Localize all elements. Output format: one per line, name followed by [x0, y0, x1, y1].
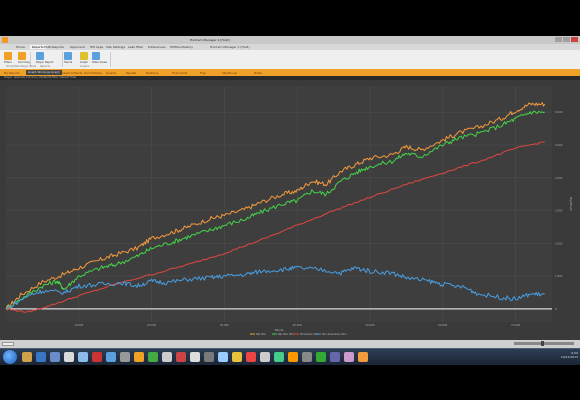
taskbar-app-icon[interactable] — [120, 352, 130, 362]
minimize-button[interactable] — [555, 37, 562, 42]
taskbar-app-icon[interactable] — [316, 352, 326, 362]
doc-tab-5[interactable]: Results — [126, 71, 136, 75]
screen: Hold'em Manager 2 [Hold] Home Reports Mult… — [0, 0, 580, 400]
ribbon-tab-8[interactable]: HMHandhistory — [170, 45, 193, 49]
x-tick-label: 70,000 — [511, 323, 520, 327]
taskbar-app-icon[interactable] — [204, 352, 214, 362]
doc-tab-4[interactable]: Graphs — [106, 71, 116, 75]
x-axis-label: Hands — [275, 328, 284, 332]
ribbon-tab-6[interactable]: Leak Filter — [128, 45, 143, 49]
taskbar-app-icon[interactable] — [302, 352, 312, 362]
ribbon-tab-3[interactable]: Opponent — [70, 45, 85, 49]
taskbar-app-icon[interactable] — [36, 352, 46, 362]
start-button[interactable] — [3, 350, 17, 364]
taskbar-app-icon[interactable] — [246, 352, 256, 362]
ribbon-button-label-4[interactable]: Graph — [80, 61, 88, 64]
ribbon-button-label-3[interactable]: Hands — [64, 61, 72, 64]
ribbon-button-label-1[interactable]: Summary — [18, 61, 31, 64]
y-tick-label: 1,000 — [555, 274, 563, 278]
taskbar-app-icon[interactable] — [162, 352, 172, 362]
doc-tab-10[interactable]: Notes — [254, 71, 262, 75]
x-tick-label: 10,000 — [74, 323, 83, 327]
doc-tab-1[interactable]: Graph Winnings Graph — [26, 70, 62, 75]
ribbon-group-label-1: Reports — [40, 65, 50, 68]
ribbon-tab-0[interactable]: Home — [16, 45, 25, 49]
taskbar-app-icon[interactable] — [22, 352, 32, 362]
ribbon-toolbar: Filters Summary Player Report Hands Graph Tab… — [0, 50, 580, 70]
x-tick-label: 60,000 — [438, 323, 447, 327]
taskbar-app-icon[interactable] — [106, 352, 116, 362]
taskbar-app-icon[interactable] — [92, 352, 102, 362]
taskbar-app-icon[interactable] — [176, 352, 186, 362]
ribbon-button-icon-4[interactable] — [80, 52, 88, 60]
ribbon-button-icon-2[interactable] — [36, 52, 44, 60]
ribbon-button-label-2[interactable]: Player Report — [36, 61, 54, 64]
app-logo-icon — [2, 37, 8, 43]
y-tick-label: 5,000 — [555, 143, 563, 147]
clock-date[interactable]: 10/22/2013 — [561, 355, 578, 359]
x-tick-label: 30,000 — [220, 323, 229, 327]
legend-entry: Net Won (EV) — [278, 333, 294, 336]
ribbon-button-label-0[interactable]: Filters — [4, 61, 12, 64]
ribbon-separator — [62, 52, 63, 67]
doc-tab-9[interactable]: Situational — [222, 71, 237, 75]
taskbar-app-icon[interactable] — [274, 352, 284, 362]
taskbar-app-icon[interactable] — [288, 352, 298, 362]
y-axis-label: Big Blinds — [569, 197, 573, 211]
y-tick-label: 2,000 — [555, 241, 563, 245]
ribbon-tab-9[interactable]: Hold'em Manager 2 (Hold) — [210, 45, 250, 49]
doc-tab-6[interactable]: Positions — [146, 71, 158, 75]
filter-status-text: Player: [Default] Currency: [Default] Fi… — [4, 76, 77, 79]
winnings-graph: 10,000 20,000 30,000 40,000 50,000 60,000 70,0… — [5, 86, 573, 336]
ribbon-group-label-2: Graphs — [80, 65, 90, 68]
ribbon-tab-5[interactable]: Site Settings — [106, 45, 125, 49]
document-tab-bar: My Reports Graph Winnings Graph Session/Ha… — [0, 69, 580, 76]
doc-tab-3[interactable]: Hand History — [84, 71, 102, 75]
taskbar-app-icon[interactable] — [190, 352, 200, 362]
zoom-slider-track[interactable] — [514, 342, 574, 345]
y-tick-label: 4,000 — [555, 176, 563, 180]
ribbon-tab-2[interactable]: Multi-Reports — [44, 45, 64, 49]
taskbar-app-icon[interactable] — [134, 352, 144, 362]
x-tick-label: 20,000 — [147, 323, 156, 327]
doc-tab-0[interactable]: My Reports — [4, 71, 20, 75]
taskbar-app-icon[interactable] — [260, 352, 270, 362]
legend-entry: Net Won — [256, 333, 267, 336]
doc-tab-7[interactable]: Hole Cards — [172, 71, 187, 75]
taskbar-app-icon[interactable] — [330, 352, 340, 362]
maximize-button[interactable] — [563, 37, 570, 42]
taskbar-app-icon[interactable] — [232, 352, 242, 362]
x-tick-label: 50,000 — [365, 323, 374, 327]
taskbar-app-icon[interactable] — [358, 352, 368, 362]
doc-tab-2[interactable]: Session/Hands — [62, 71, 82, 75]
graph-options-button[interactable] — [2, 342, 14, 346]
ribbon-tab-7[interactable]: Preferences — [148, 45, 166, 49]
y-tick-label: 6,000 — [555, 110, 563, 114]
ribbon-separator — [110, 52, 111, 67]
taskbar-app-icon[interactable] — [218, 352, 228, 362]
doc-tab-8[interactable]: Flop — [200, 71, 206, 75]
window-title-bar: Hold'em Manager 2 [Hold] — [0, 36, 580, 44]
taskbar-app-icon[interactable] — [148, 352, 158, 362]
taskbar-app-icon[interactable] — [344, 352, 354, 362]
zoom-slider-handle[interactable] — [541, 341, 544, 346]
x-tick-label: 40,000 — [293, 323, 302, 327]
ribbon-button-icon-5[interactable] — [92, 52, 100, 60]
graph-bottom-strip — [0, 340, 580, 348]
ribbon-tab-4[interactable]: HM Apps — [90, 45, 103, 49]
close-button[interactable] — [571, 37, 578, 42]
legend-entry: Non-Showdown Won — [322, 333, 347, 336]
taskbar-app-icon[interactable] — [50, 352, 60, 362]
ribbon-button-label-5[interactable]: Table Views — [92, 61, 107, 64]
windows-taskbar: 6:00 10/22/2013 — [0, 348, 580, 365]
taskbar-app-icon[interactable] — [64, 352, 74, 362]
ribbon-button-icon-0[interactable] — [4, 52, 12, 60]
ribbon-button-icon-1[interactable] — [18, 52, 26, 60]
ribbon-button-icon-3[interactable] — [64, 52, 72, 60]
ribbon-group-label-0: Show/Hide Player Stats — [6, 65, 37, 68]
y-tick-label: 3,000 — [555, 209, 563, 213]
y-tick-label: 0 — [555, 307, 557, 311]
taskbar-app-icon[interactable] — [78, 352, 88, 362]
window-title: Hold'em Manager 2 [Hold] — [190, 38, 230, 42]
